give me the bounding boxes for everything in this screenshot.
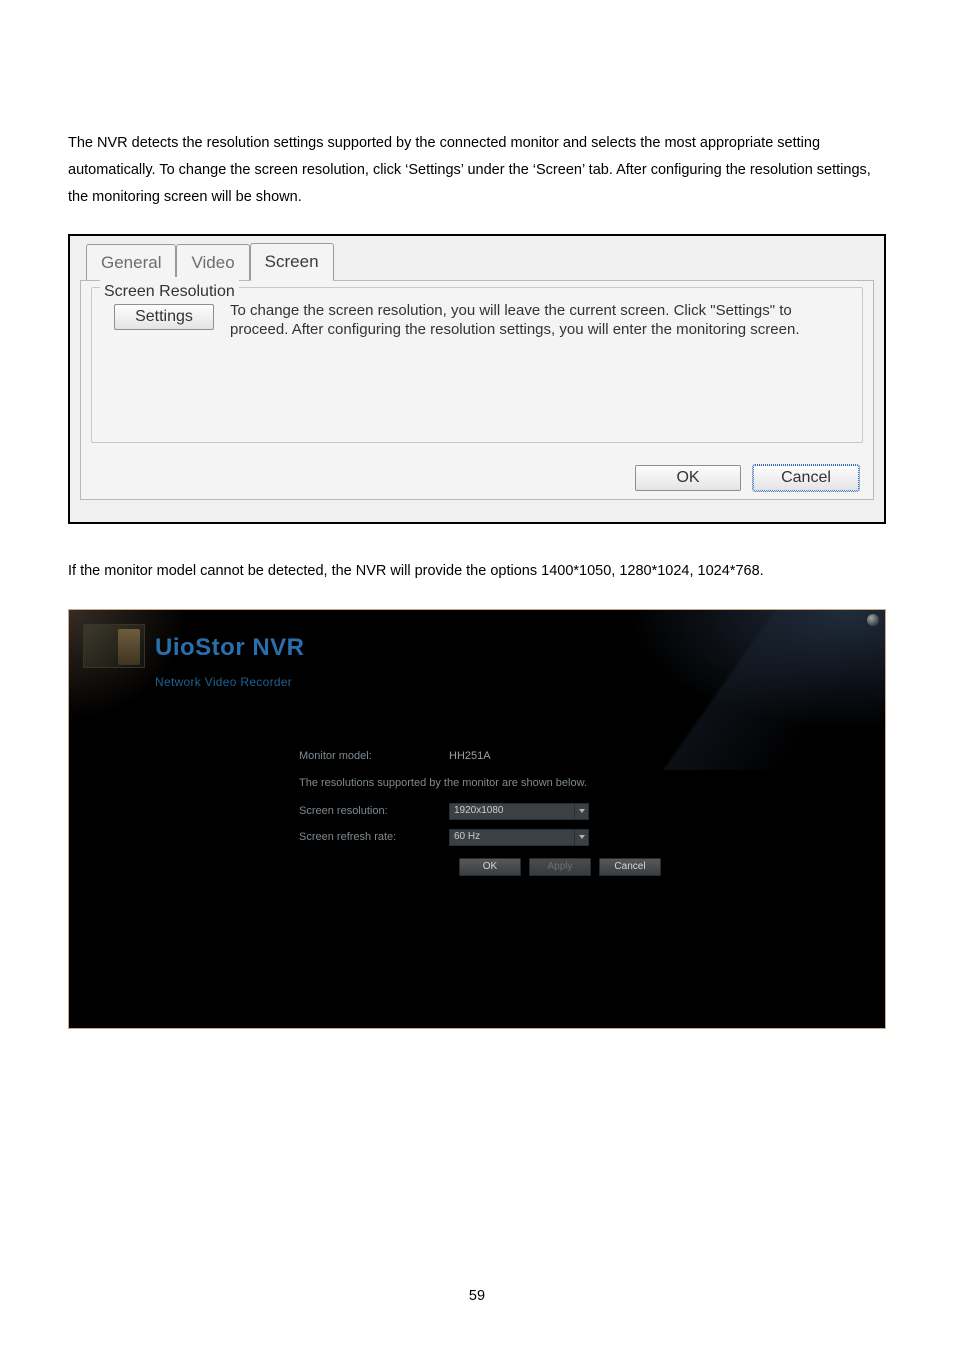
thumbnail-preview (83, 624, 145, 668)
screen-refresh-select[interactable]: 60 Hz (449, 829, 589, 846)
resolution-config-screen: UioStor NVR Network Video Recorder Monit… (68, 609, 886, 1029)
tab-screen[interactable]: Screen (250, 243, 334, 280)
screen-resolution-value: 1920x1080 (454, 802, 504, 821)
ok-button[interactable]: OK (459, 858, 521, 876)
brand-subtitle: Network Video Recorder (155, 671, 305, 693)
resolution-panel: Monitor model: HH251A The resolutions su… (299, 746, 661, 866)
brand-block: UioStor NVR Network Video Recorder (155, 626, 305, 693)
monitor-model-label: Monitor model: (299, 746, 449, 766)
paragraph-1: The NVR detects the resolution settings … (68, 130, 886, 210)
page-number: 59 (0, 1283, 954, 1310)
resolution-note: The resolutions supported by the monitor… (299, 773, 661, 793)
groupbox-screen-resolution: Screen Resolution Settings To change the… (91, 287, 863, 443)
monitor-model-value: HH251A (449, 746, 491, 766)
apply-button[interactable]: Apply (529, 858, 591, 876)
tab-general[interactable]: General (86, 244, 176, 280)
tab-video[interactable]: Video (176, 244, 249, 280)
tab-panel-screen: Screen Resolution Settings To change the… (80, 280, 874, 500)
brand-title: UioStor NVR (155, 626, 305, 670)
groupbox-title: Screen Resolution (100, 277, 239, 307)
cancel-button[interactable]: Cancel (599, 858, 661, 876)
screen-resolution-label: Screen resolution: (299, 801, 449, 821)
screen-resolution-select[interactable]: 1920x1080 (449, 803, 589, 820)
chevron-down-icon (574, 804, 588, 819)
settings-button[interactable]: Settings (114, 304, 214, 330)
screen-refresh-label: Screen refresh rate: (299, 827, 449, 847)
screen-refresh-value: 60 Hz (454, 828, 480, 847)
ok-button[interactable]: OK (635, 465, 741, 491)
groupbox-description: To change the screen resolution, you wil… (230, 302, 850, 340)
screen-settings-dialog: General Video Screen Screen Resolution S… (68, 234, 886, 524)
paragraph-2: If the monitor model cannot be detected,… (68, 558, 886, 585)
chevron-down-icon (574, 830, 588, 845)
tab-strip: General Video Screen (86, 242, 874, 279)
cancel-button[interactable]: Cancel (753, 465, 859, 491)
